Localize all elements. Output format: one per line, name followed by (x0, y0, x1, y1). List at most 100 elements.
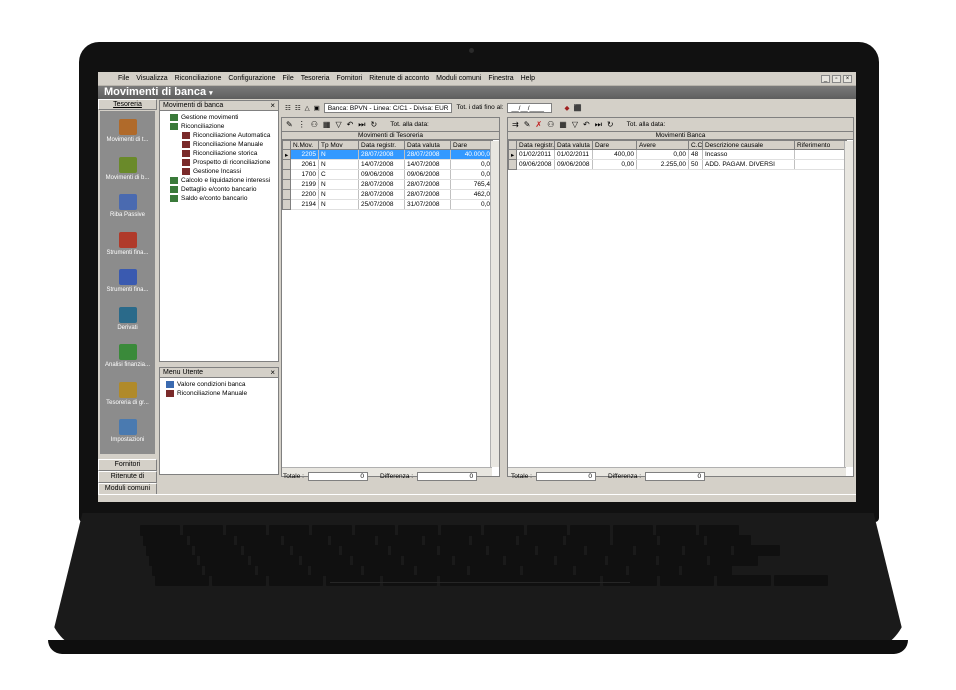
tree-item[interactable]: Riconciliazione Manuale (164, 140, 278, 149)
binoculars-icon[interactable]: ⚇ (311, 120, 318, 129)
sort-icon[interactable]: △ (305, 104, 310, 112)
close-icon[interactable]: × (843, 74, 852, 83)
outlook-item-label: Tesoreria di gr... (106, 399, 149, 406)
tree-item[interactable]: Riconciliazione Automatica (164, 131, 278, 140)
empty-cell (283, 420, 493, 430)
column-header[interactable]: C.C. (688, 140, 703, 150)
tab-tesoreria[interactable]: Tesoreria (98, 99, 157, 110)
outlook-item[interactable]: Strumenti fina... (100, 269, 155, 293)
outlook-item[interactable]: Riba Passive (100, 194, 155, 218)
table-row[interactable]: 2061 N 14/07/2008 14/07/2008 0,0 (282, 159, 493, 170)
column-header[interactable]: Riferimento (794, 140, 847, 150)
last-icon[interactable]: ⏭ (595, 120, 602, 130)
menu-item[interactable]: Tesoreria (301, 75, 330, 82)
tree-item[interactable]: Riconciliazione (164, 122, 278, 131)
table-row[interactable]: ▸ 01/02/2011 01/02/2011 400,00 0,00 48 Incasso (508, 149, 847, 160)
menu-utente-item[interactable]: Riconciliazione Manuale (166, 389, 278, 398)
menu-item[interactable]: Riconciliazione (175, 75, 222, 82)
flask-icon (118, 306, 137, 323)
outlook-item[interactable]: Analisi finanzia... (100, 344, 155, 368)
row-indicator (282, 199, 291, 210)
menu-item[interactable]: Finestra (488, 75, 513, 82)
table-row[interactable]: ▸ 2205 N 28/07/2008 28/07/2008 40.000,0 (282, 149, 493, 160)
tab-ritenute-di-acconto[interactable]: Ritenute di acconto (98, 471, 157, 490)
filter-icon[interactable]: ▽ (572, 120, 578, 129)
outlook-item[interactable]: Strumenti fina... (100, 231, 155, 256)
outlook-item-label: Movimenti di b... (105, 174, 150, 181)
reload-icon[interactable]: ↻ (371, 120, 378, 129)
reload-icon[interactable]: ↻ (607, 120, 614, 129)
column-header[interactable]: Dare (592, 140, 637, 150)
menu-item[interactable]: Configurazione (228, 75, 275, 82)
close-icon[interactable]: × (270, 101, 275, 111)
window-icon[interactable]: ▣ (314, 104, 320, 112)
column-header[interactable]: Data valuta (554, 140, 593, 150)
folder-icon (170, 195, 178, 202)
outlook-item[interactable]: Tesoreria di gr... (100, 381, 155, 406)
menu-item[interactable]: Help (521, 75, 535, 82)
table-row[interactable]: 2199 N 28/07/2008 28/07/2008 765,4 (282, 179, 493, 190)
empty-row (509, 410, 847, 420)
empty-row (509, 180, 847, 190)
menu-utente-item[interactable]: Valore condizioni banca (166, 380, 278, 389)
outlook-item-label: Derivati (117, 324, 138, 331)
column-header[interactable]: Data registr. (516, 140, 555, 150)
column-header[interactable]: N.Mov. (290, 140, 319, 150)
table-icon[interactable]: ▦ (323, 120, 331, 129)
grid-icon[interactable]: ☷ (285, 104, 291, 112)
table-icon[interactable]: ▦ (559, 120, 567, 129)
vertical-scrollbar[interactable] (844, 141, 853, 467)
column-header[interactable]: Tp Mov (318, 140, 359, 150)
tab-fornitori[interactable]: Fornitori (98, 459, 157, 471)
last-icon[interactable]: ⏭ (358, 120, 365, 130)
outlook-item[interactable]: Movimenti di b... (100, 156, 155, 181)
edit-icon[interactable]: ✎ (524, 120, 531, 129)
table-row[interactable]: 2194 N 25/07/2008 31/07/2008 0,0 (282, 199, 493, 210)
column-header[interactable]: Data registr. (358, 140, 405, 150)
back-icon[interactable]: ↶ (347, 120, 354, 129)
column-header[interactable]: Data valuta (404, 140, 451, 150)
list-icon[interactable]: ⋮ (298, 120, 306, 129)
menu-item[interactable]: File (282, 75, 293, 82)
webcam (469, 48, 474, 53)
tree-item[interactable]: Saldo e/conto bancario (164, 194, 278, 203)
menu-item[interactable]: Ritenute di acconto (369, 75, 429, 82)
tree-item[interactable]: Riconciliazione storica (164, 149, 278, 158)
column-header[interactable]: Dare (450, 140, 493, 150)
back-icon[interactable]: ↶ (583, 120, 590, 129)
empty-row (283, 310, 493, 320)
tree-item[interactable]: Calcolo e liquidazione interessi (164, 176, 278, 185)
table-row[interactable]: 1700 C 09/06/2008 09/06/2008 0,0 (282, 169, 493, 180)
binoculars-icon[interactable]: ⚇ (547, 120, 554, 129)
restore-icon[interactable]: ▫ (832, 74, 841, 83)
link-icon[interactable]: ⇉ (512, 120, 519, 129)
tree-item[interactable]: Gestione Incassi (164, 167, 278, 176)
menu-item[interactable]: Moduli comuni (436, 75, 481, 82)
delete-icon[interactable]: ✗ (535, 120, 542, 129)
menu-item[interactable]: File (118, 75, 129, 82)
filter-icon[interactable]: ▽ (335, 120, 341, 129)
tree-item[interactable]: Prospetto di riconciliazione (164, 158, 278, 167)
column-header[interactable]: Descrizione causale (702, 140, 795, 150)
tree-item[interactable]: Dettaglio e/conto bancario (164, 185, 278, 194)
menu-item[interactable]: Visualizza (136, 75, 167, 82)
tree-item[interactable]: Gestione movimenti (164, 113, 278, 122)
column-header[interactable]: Avere (636, 140, 689, 150)
title-dropdown-icon[interactable]: ▾ (209, 90, 213, 97)
minimize-icon[interactable]: _ (821, 74, 830, 83)
table-row[interactable]: 2200 N 28/07/2008 28/07/2008 462,0 (282, 189, 493, 200)
table-cell: 2194 (290, 199, 319, 210)
menu-item[interactable]: Fornitori (337, 75, 363, 82)
vertical-scrollbar[interactable] (490, 141, 499, 467)
refresh-icon[interactable]: ⬛ (573, 104, 581, 112)
outlook-item[interactable]: Derivati (100, 306, 155, 331)
calendar-icon[interactable]: ◆ (564, 104, 569, 112)
edit-icon[interactable]: ✎ (286, 120, 293, 129)
date-input[interactable]: __/__/____ (507, 102, 553, 113)
outlook-item[interactable]: Impostazioni (100, 419, 155, 443)
grid-icon[interactable]: ☷ (295, 104, 301, 112)
empty-cell (283, 430, 493, 440)
close-icon[interactable]: × (270, 368, 275, 378)
outlook-item[interactable]: Movimenti di t... (100, 119, 155, 143)
table-row[interactable]: 09/06/2008 09/06/2008 0,00 2.255,00 50 ADD. P… (508, 159, 847, 170)
